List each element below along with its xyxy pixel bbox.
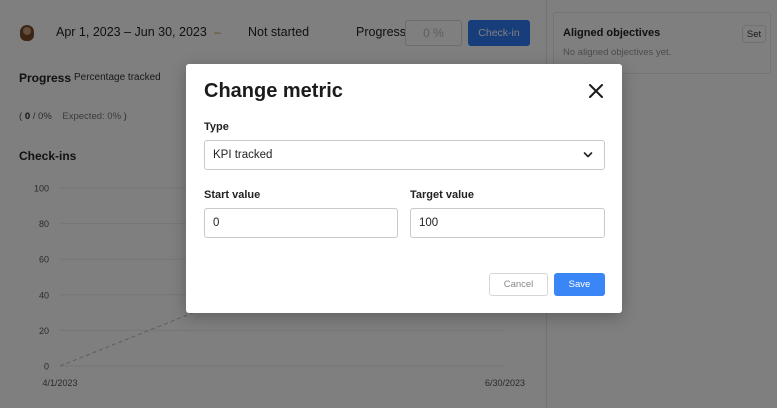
target-value-label: Target value: [410, 189, 474, 201]
start-value-label: Start value: [204, 189, 261, 201]
save-button[interactable]: Save: [554, 273, 605, 296]
type-label: Type: [204, 121, 229, 133]
type-select-value: KPI tracked: [213, 149, 273, 161]
type-select[interactable]: KPI tracked: [204, 140, 605, 170]
cancel-button[interactable]: Cancel: [489, 273, 548, 296]
chevron-down-icon: [583, 152, 593, 158]
close-icon[interactable]: [587, 82, 605, 100]
start-value-input[interactable]: 0: [204, 208, 398, 238]
dialog-title: Change metric: [204, 80, 343, 102]
target-value-input[interactable]: 100: [410, 208, 605, 238]
change-metric-dialog: Change metric Type KPI tracked Start val…: [186, 64, 622, 313]
